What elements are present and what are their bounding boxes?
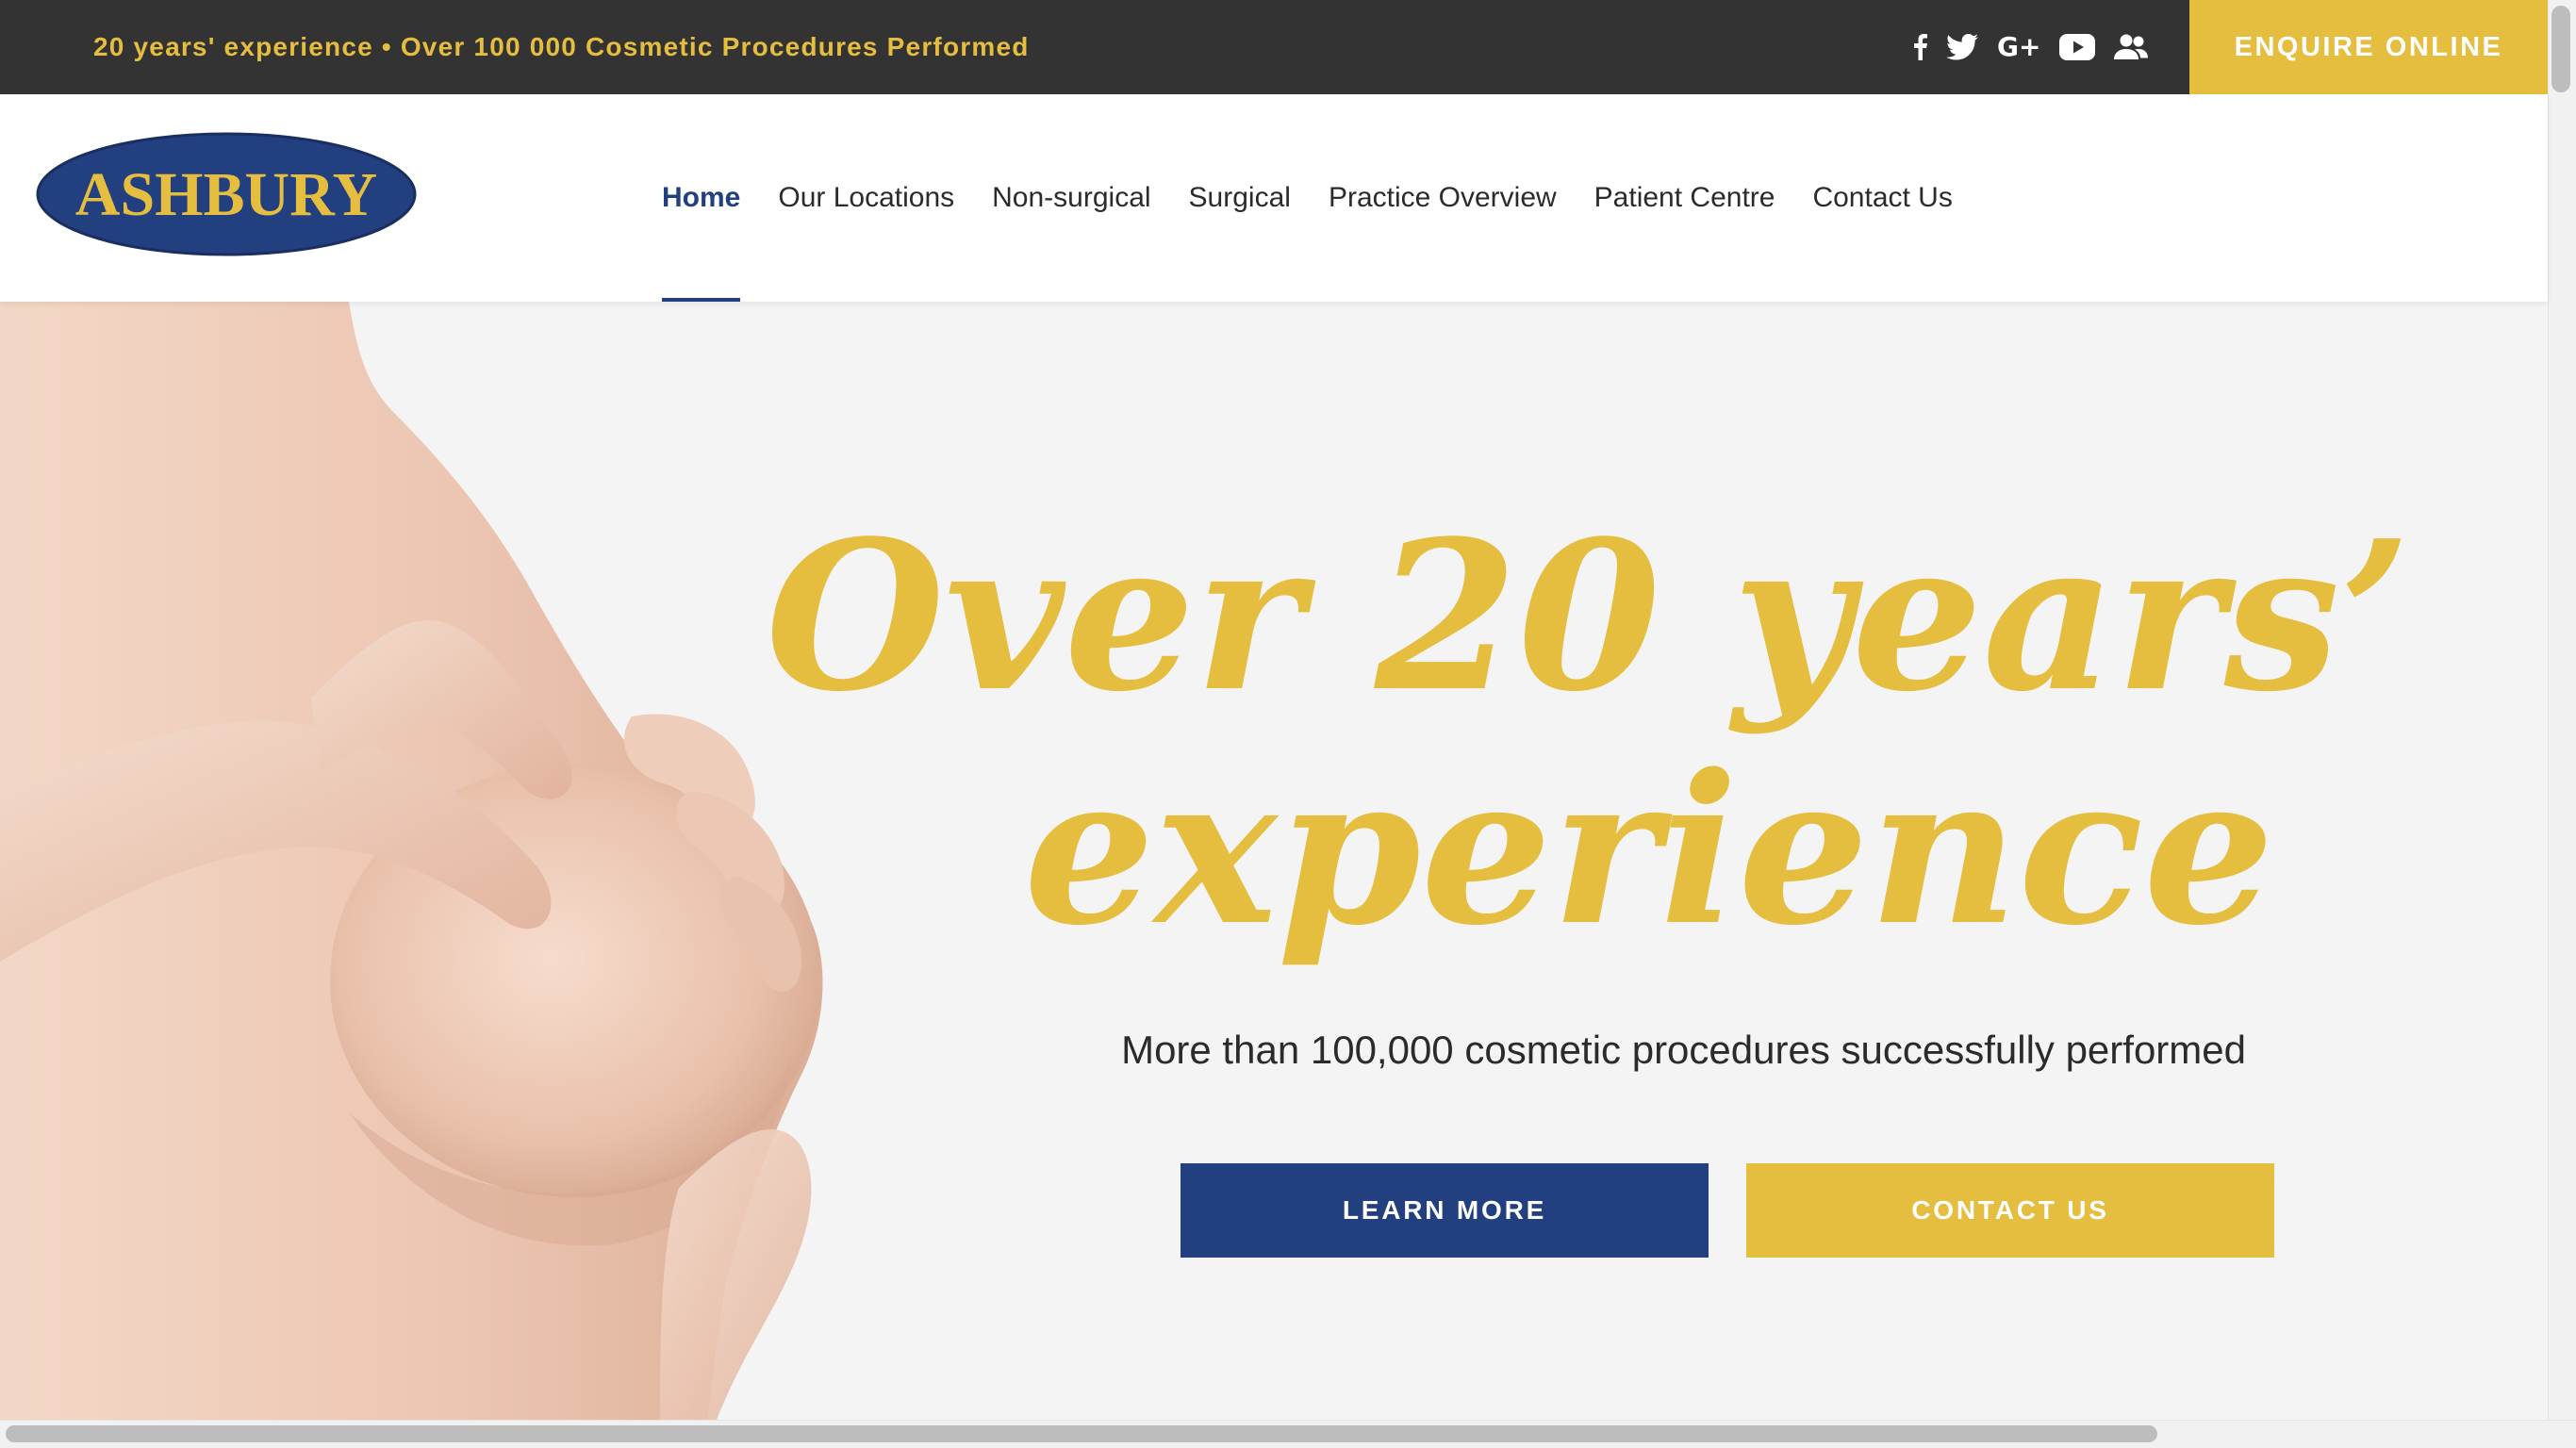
top-bar: 20 years' experience • Over 100 000 Cosm… <box>0 0 2548 94</box>
vertical-scrollbar-thumb[interactable] <box>2551 6 2570 92</box>
youtube-icon[interactable] <box>2059 28 2096 66</box>
facebook-icon[interactable] <box>1914 28 1927 66</box>
twitter-icon[interactable] <box>1946 28 1978 66</box>
hero-section: Over 20 years’ experience More than 100,… <box>0 302 2548 1420</box>
vertical-scrollbar[interactable] <box>2548 0 2576 1420</box>
community-icon[interactable] <box>2114 28 2149 66</box>
horizontal-scrollbar-thumb[interactable] <box>6 1425 2157 1442</box>
nav-home[interactable]: Home <box>662 94 741 302</box>
ashbury-logo[interactable]: ASHBURY <box>36 132 417 256</box>
nav-patient-centre[interactable]: Patient Centre <box>1594 94 1775 302</box>
nav-surgical[interactable]: Surgical <box>1189 94 1291 302</box>
site-header: ASHBURY Home Our Locations Non-surgical … <box>0 94 2548 302</box>
google-plus-icon[interactable]: G+ <box>1997 28 2040 66</box>
topbar-tagline: 20 years' experience • Over 100 000 Cosm… <box>93 32 1030 61</box>
contact-us-button[interactable]: CONTACT US <box>1746 1163 2274 1258</box>
hero-headline: Over 20 years’ experience <box>766 496 2412 971</box>
headline-line-2: experience <box>1023 730 2274 971</box>
main-nav: Home Our Locations Non-surgical Surgical… <box>662 94 1953 302</box>
social-links: G+ <box>1914 0 2149 94</box>
headline-line-1: Over 20 years’ <box>766 496 2412 737</box>
hero-subtitle: More than 100,000 cosmetic procedures su… <box>1121 1028 2246 1072</box>
logo-text: ASHBURY <box>75 160 377 229</box>
learn-more-button[interactable]: LEARN MORE <box>1181 1163 1709 1258</box>
hero-photo <box>0 302 849 1420</box>
nav-contact-us[interactable]: Contact Us <box>1812 94 1952 302</box>
nav-practice-overview[interactable]: Practice Overview <box>1329 94 1557 302</box>
enquire-online-button[interactable]: ENQUIRE ONLINE <box>2189 0 2548 94</box>
nav-our-locations[interactable]: Our Locations <box>778 94 954 302</box>
nav-non-surgical[interactable]: Non-surgical <box>992 94 1150 302</box>
